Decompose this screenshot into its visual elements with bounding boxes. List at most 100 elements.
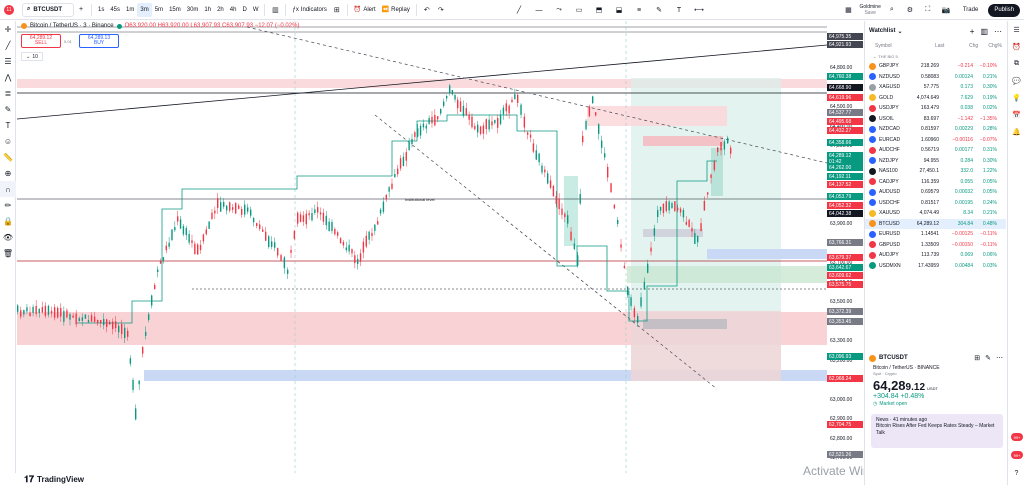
more-icon[interactable]: ⋯ (996, 354, 1003, 362)
chart-canvas[interactable]: Institutional level (17, 21, 863, 473)
chart-pane[interactable]: Institutional level Bitcoin / TetherUS ·… (17, 21, 863, 473)
timeframe-D[interactable]: D (239, 3, 249, 17)
watchlist-title[interactable]: Watchlist (869, 28, 895, 34)
price-label[interactable]: 64,975.35 (827, 33, 863, 40)
zoom-in-icon[interactable]: ⊕ (0, 165, 16, 181)
price-label[interactable]: 64,432.27 (827, 127, 863, 134)
horizontal-line-icon[interactable]: ― (532, 3, 546, 17)
price-label[interactable]: 64,619.96 (827, 94, 863, 101)
watchlist-row[interactable]: NZDJPY 94.955 0.284 0.30% (865, 156, 1006, 167)
replay-button[interactable]: ⏪ Replay (379, 3, 413, 17)
gray-zone[interactable] (643, 229, 703, 237)
indicators-button[interactable]: ƒx Indicators (289, 3, 329, 17)
blue-zone[interactable] (707, 249, 827, 259)
quantity-field[interactable]: ⌄ 10 (21, 52, 43, 61)
buy-button[interactable]: 64,289.13 BUY (79, 34, 119, 48)
watchlist-row[interactable]: AUDCHF 0.56719 0.00177 0.31% (865, 145, 1006, 156)
timeframe-1s[interactable]: 1s (95, 3, 107, 17)
watchlist-row[interactable]: CADJPY 116.359 0.055 0.05% (865, 177, 1006, 188)
emoji-icon[interactable]: ☺ (0, 133, 16, 149)
price-label[interactable]: 63,353.45 (827, 318, 863, 325)
bar-style-icon[interactable]: ▥ (268, 3, 282, 17)
rectangle-icon[interactable]: ▭ (572, 3, 586, 17)
grid-icon[interactable]: ⊞ (974, 354, 980, 362)
horizontal-lines-icon[interactable]: ☰ (0, 53, 16, 69)
magnet-icon[interactable]: ∩ (0, 181, 16, 197)
timeframe-5m[interactable]: 5m (152, 3, 166, 17)
crosshair-icon[interactable]: ✛ (0, 21, 16, 37)
watchlist-row[interactable]: NAS100 27,450.1 332.0 1.22% (865, 166, 1006, 177)
legend-title[interactable]: Bitcoin / TetherUS · 3 · Binance (30, 23, 114, 29)
chat-icon[interactable]: 💬 (1008, 72, 1024, 89)
watchlist-row[interactable]: AUDUSD 0.69579 0.00032 0.05% (865, 187, 1006, 198)
tradingview-logo[interactable]: 𝟏𝟕 TradingView (24, 474, 84, 485)
order-block-2[interactable] (643, 136, 723, 146)
publish-button[interactable]: Publish (988, 3, 1020, 17)
price-label[interactable]: 64,921.93 (827, 41, 863, 48)
timeframe-4h[interactable]: 4h (227, 3, 240, 17)
ray-icon[interactable]: ⤳ (552, 3, 566, 17)
ruler-icon[interactable]: 📏 (0, 149, 16, 165)
watchlist-row[interactable]: XAGUSD 57.775 0.173 0.30% (865, 82, 1006, 93)
add-symbol-icon[interactable]: + (970, 27, 975, 36)
chevron-down-icon[interactable]: ⌄ (897, 28, 902, 35)
watchlist-row[interactable]: EURCAD 1.60960 −0.00116 −0.07% (865, 135, 1006, 146)
watchlist-row[interactable]: USDMXN 17.43959 0.00484 0.03% (865, 261, 1006, 272)
price-label[interactable]: 64,760.38 (827, 73, 863, 80)
details-symbol[interactable]: BTCUSDT (879, 355, 908, 361)
text-icon[interactable]: T (672, 3, 686, 17)
user-menu[interactable]: 11 (0, 0, 18, 20)
watchlist-row[interactable]: XAUUSD 4,074.49 8.34 0.21% (865, 208, 1006, 219)
trade-button[interactable]: Trade (957, 4, 984, 17)
timeframe-30m[interactable]: 30m (184, 3, 202, 17)
green-zone[interactable] (627, 266, 827, 283)
alert-button[interactable]: ⏰ Alert (351, 3, 379, 17)
more-icon[interactable]: ⋯ (994, 27, 1002, 36)
layout-grid-icon[interactable]: ▦ (841, 3, 855, 17)
snapshot-icon[interactable]: 📷 (939, 3, 953, 17)
watchlist-row[interactable]: GBPJPY 218.269 −0.214 −0.10% (865, 61, 1006, 72)
timeframe-2h[interactable]: 2h (214, 3, 227, 17)
watchlist-row[interactable]: EURUSD 1.14541 −0.00125 −0.11% (865, 229, 1006, 240)
stay-in-drawing-icon[interactable]: ✏ (0, 197, 16, 213)
watchlist-group[interactable]: ⌄ THE BIG 5 (865, 51, 1006, 61)
watchlist-row[interactable]: BTCUSD 64,289.12 304.84 0.48% (865, 218, 1006, 229)
watchlist-row[interactable]: GOLD 4,074.649 7.629 0.19% (865, 93, 1006, 104)
pattern-icon[interactable]: ⋀ (0, 69, 16, 85)
fib-tool-icon[interactable]: ≣ (0, 85, 16, 101)
column-symbol[interactable]: Symbol (869, 43, 915, 49)
price-label[interactable]: 63,096.93 (827, 353, 863, 360)
text-tool-icon[interactable]: T (0, 117, 16, 133)
column-chgp[interactable]: Chg% (978, 43, 1002, 49)
price-label[interactable]: 63,609.62 (827, 272, 863, 279)
price-label[interactable]: 63,679.37 (827, 254, 863, 261)
fib-retracement-icon[interactable]: ≡ (632, 3, 646, 17)
price-label[interactable]: 63,766.31 (827, 239, 863, 246)
trash-icon[interactable]: 🗑 (0, 245, 16, 261)
price-label[interactable]: 64,052.32 (827, 202, 863, 209)
notification-badge[interactable]: 99+ (1011, 433, 1023, 441)
redo-icon[interactable]: ↷ (434, 3, 448, 17)
timeframe-15m[interactable]: 15m (166, 3, 184, 17)
price-label[interactable]: 64,668.90 (827, 84, 863, 91)
price-label[interactable]: 64,358.66 (827, 139, 863, 146)
column-chg[interactable]: Chg (944, 43, 978, 49)
layout-menu[interactable]: Goldmine Save (859, 4, 880, 16)
lock-icon[interactable]: 🔒 (0, 213, 16, 229)
price-label[interactable]: 63,642.67 (827, 264, 863, 271)
watchlist-row[interactable]: NZDCAD 0.81597 0.00229 0.28% (865, 124, 1006, 135)
gray-zone-2[interactable] (643, 319, 727, 329)
watchlist-icon[interactable]: ☰ (1008, 21, 1024, 38)
watchlist-row[interactable]: GBPUSD 1.33509 −0.00150 −0.11% (865, 240, 1006, 251)
watchlist-row[interactable]: USDJPY 163.479 0.038 0.02% (865, 103, 1006, 114)
eye-icon[interactable]: 👁 (0, 229, 16, 245)
edit-icon[interactable]: ✎ (985, 354, 991, 362)
watchlist-row[interactable]: NZDUSD 0.58083 0.00124 0.21% (865, 72, 1006, 83)
watchlist-row[interactable]: USDCHF 0.81517 0.00195 0.24% (865, 198, 1006, 209)
price-label[interactable]: 64,537.77 (827, 109, 863, 116)
brush-icon[interactable]: ✎ (652, 3, 666, 17)
price-label[interactable]: 64,192.11 (827, 173, 863, 180)
price-label[interactable]: 64,262.00 (827, 164, 863, 171)
price-label[interactable]: 64,042.38 (827, 210, 863, 217)
alerts-icon[interactable]: ⏰ (1008, 38, 1024, 55)
